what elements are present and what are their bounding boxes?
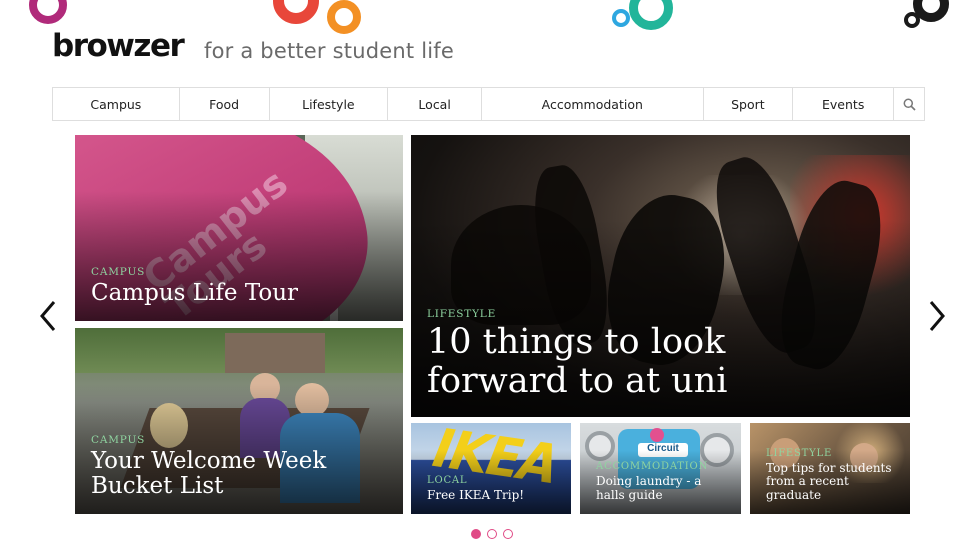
article-tile-ikea-trip[interactable]: IKEA LOCAL Free IKEA Trip!: [411, 423, 571, 514]
tile-category: LOCAL: [427, 474, 468, 486]
tile-title: Top tips for students from a recent grad…: [766, 460, 892, 502]
tile-category: CAMPUS: [91, 433, 146, 446]
article-tile-10-things[interactable]: LIFESTYLE 10 things to look forward to a…: [411, 135, 910, 417]
tile-caption: CAMPUS Campus Life Tour: [91, 266, 391, 307]
tile-caption: CAMPUS Your Welcome Week Bucket List: [91, 434, 391, 501]
tile-category: LIFESTYLE: [766, 447, 833, 459]
decorative-ring-black-small: [904, 12, 920, 28]
search-icon: [903, 98, 916, 111]
nav-item-accommodation[interactable]: Accommodation: [482, 88, 704, 120]
article-tile-campus-life-tour[interactable]: Campus Tours CAMPUS Campus Life Tour: [75, 135, 403, 321]
carousel-dot-3[interactable]: [503, 529, 513, 539]
chevron-right-icon[interactable]: [925, 296, 949, 336]
nav-item-local[interactable]: Local: [388, 88, 483, 120]
decorative-ring-magenta: [29, 0, 67, 24]
search-button[interactable]: [894, 88, 924, 120]
tile-caption: LIFESTYLE Top tips for students from a r…: [766, 448, 898, 502]
article-tile-laundry[interactable]: Circuit ACCOMMODATION Doing laundry - a …: [580, 423, 741, 514]
nav-item-sport[interactable]: Sport: [704, 88, 794, 120]
nav-item-campus[interactable]: Campus: [53, 88, 180, 120]
chevron-left-icon[interactable]: [36, 296, 60, 336]
carousel-pagination: [471, 529, 513, 539]
carousel-dot-2[interactable]: [487, 529, 497, 539]
decorative-ring-blue: [612, 9, 630, 27]
tile-title: 10 things to look forward to at uni: [427, 321, 728, 401]
article-tile-welcome-week[interactable]: CAMPUS Your Welcome Week Bucket List: [75, 328, 403, 514]
tile-caption: LOCAL Free IKEA Trip!: [427, 475, 559, 502]
carousel-dot-1[interactable]: [471, 529, 481, 539]
tile-caption: LIFESTYLE 10 things to look forward to a…: [427, 308, 898, 401]
tile-caption: ACCOMMODATION Doing laundry - a halls gu…: [596, 461, 729, 502]
decorative-ring-orange: [327, 0, 361, 34]
main-nav: Campus Food Lifestyle Local Accommodatio…: [52, 87, 925, 121]
site-logo[interactable]: browzer: [52, 28, 185, 64]
decorative-ring-red: [273, 0, 319, 24]
nav-item-lifestyle[interactable]: Lifestyle: [270, 88, 389, 120]
tile-category: ACCOMMODATION: [596, 461, 709, 473]
nav-item-events[interactable]: Events: [793, 88, 895, 120]
tile-title: Campus Life Tour: [91, 280, 299, 307]
site-tagline: for a better student life: [204, 39, 454, 63]
article-tile-top-tips[interactable]: LIFESTYLE Top tips for students from a r…: [750, 423, 910, 514]
tile-category: CAMPUS: [91, 266, 146, 279]
decorative-ring-teal: [629, 0, 673, 30]
tile-category: LIFESTYLE: [427, 307, 497, 320]
tile-title: Doing laundry - a halls guide: [596, 474, 702, 502]
tile-title: Free IKEA Trip!: [427, 487, 525, 502]
tile-title: Your Welcome Week Bucket List: [91, 447, 327, 500]
nav-item-food[interactable]: Food: [180, 88, 270, 120]
